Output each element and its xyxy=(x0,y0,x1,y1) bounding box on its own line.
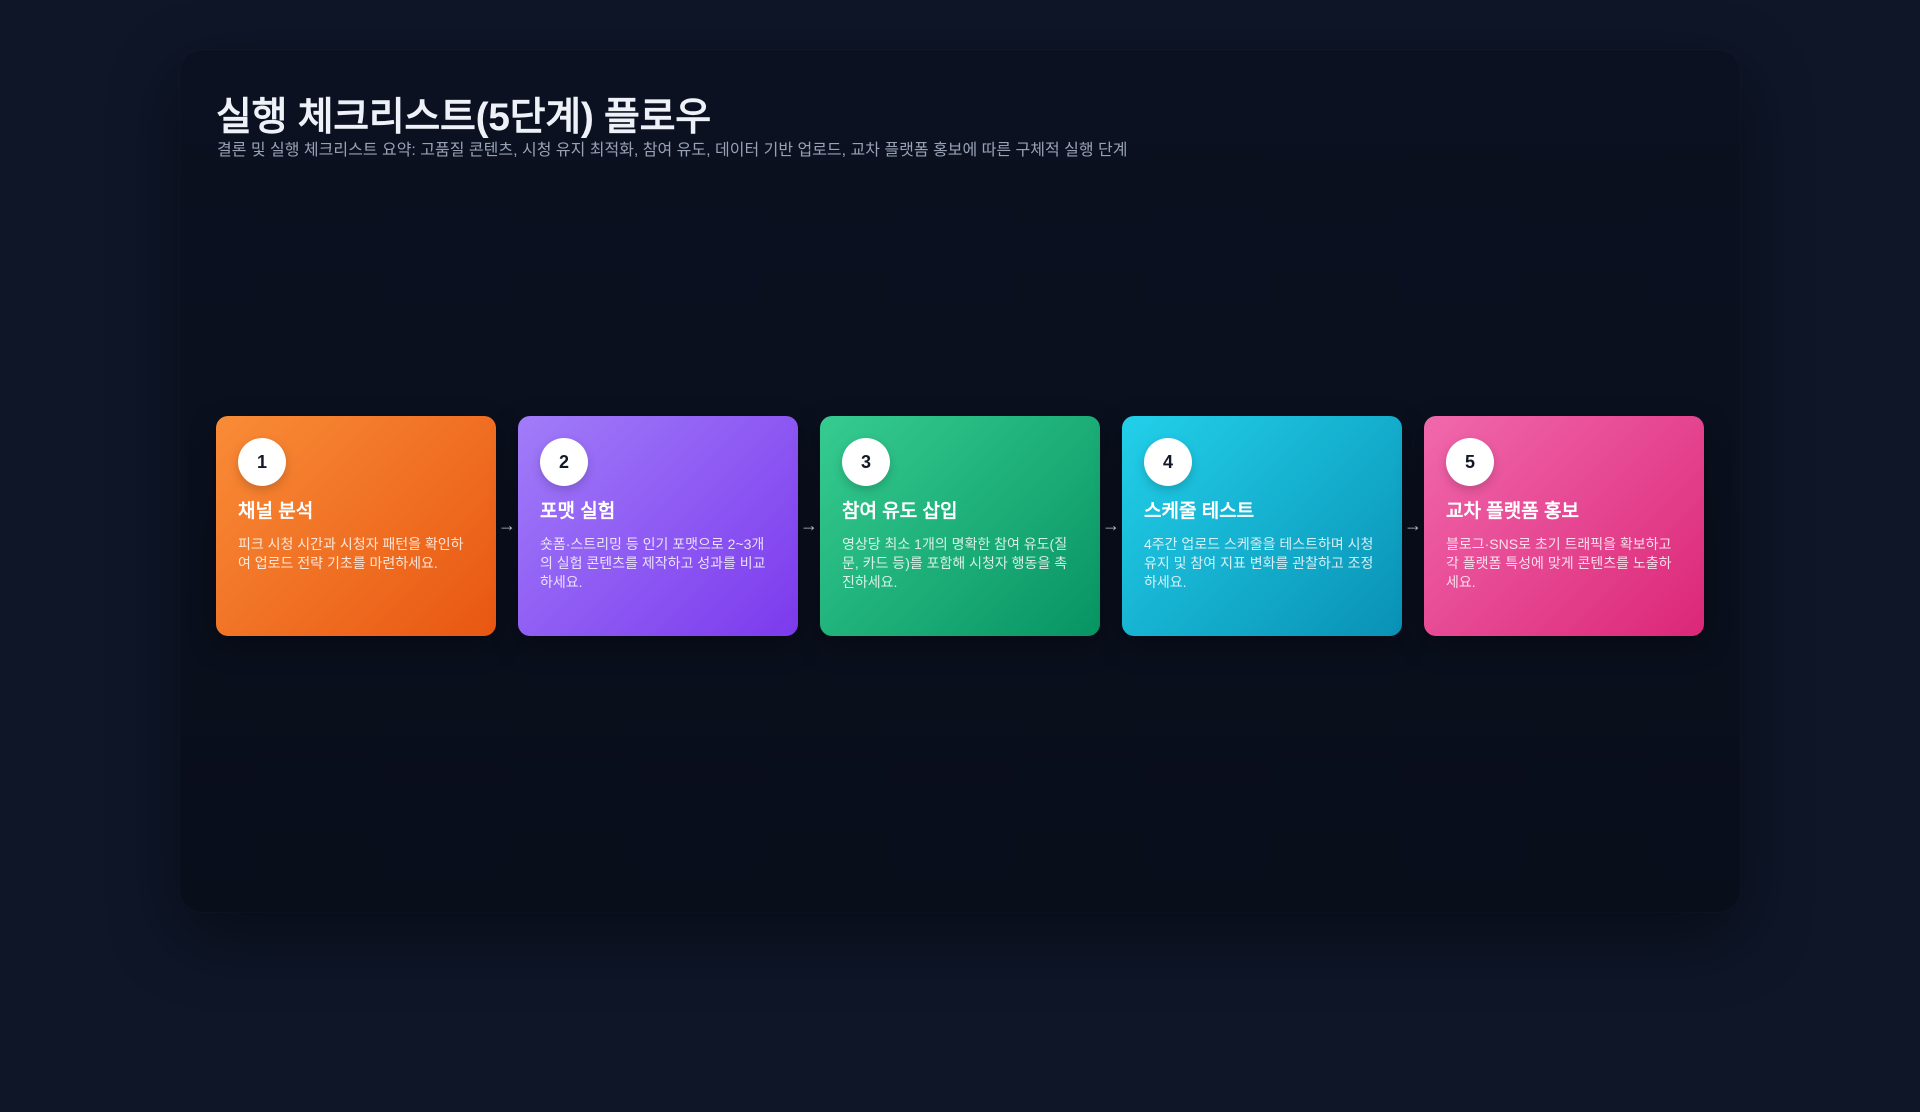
step-description: 숏폼·스트리밍 등 인기 포맷으로 2~3개의 실험 콘텐츠를 제작하고 성과를… xyxy=(540,536,766,590)
step-title: 채널 분석 xyxy=(238,501,314,522)
step-flow: 1 채널 분석 피크 시청 시간과 시청자 패턴을 확인하여 업로드 전략 기초… xyxy=(216,416,1704,636)
arrow-right-icon: → xyxy=(1404,515,1422,535)
arrow-right-icon: → xyxy=(800,515,818,535)
step-title: 포맷 실험 xyxy=(540,501,616,522)
step-card-5: 5 교차 플랫폼 홍보 블로그·SNS로 초기 트래픽을 확보하고 각 플랫폼 … xyxy=(1424,416,1704,636)
checklist-panel: 실행 체크리스트(5단계) 플로우 결론 및 실행 체크리스트 요약: 고품질 … xyxy=(180,50,1740,912)
step-description: 블로그·SNS로 초기 트래픽을 확보하고 각 플랫폼 특성에 맞게 콘텐츠를 … xyxy=(1446,536,1672,590)
page-title: 실행 체크리스트(5단계) 플로우 xyxy=(216,96,711,139)
step-number-badge: 1 xyxy=(238,438,286,486)
step-card-4: 4 스케줄 테스트 4주간 업로드 스케줄을 테스트하며 시청 유지 및 참여 … xyxy=(1122,416,1402,636)
step-number-badge: 3 xyxy=(842,438,890,486)
step-title: 참여 유도 삽입 xyxy=(842,501,958,522)
step-number-badge: 4 xyxy=(1144,438,1192,486)
step-number-badge: 5 xyxy=(1446,438,1494,486)
page-subtitle: 결론 및 실행 체크리스트 요약: 고품질 콘텐츠, 시청 유지 최적화, 참여… xyxy=(217,142,1128,159)
arrow-right-icon: → xyxy=(1102,515,1120,535)
step-card-3: 3 참여 유도 삽입 영상당 최소 1개의 명확한 참여 유도(질문, 카드 등… xyxy=(820,416,1100,636)
step-title: 교차 플랫폼 홍보 xyxy=(1446,501,1579,522)
step-number-badge: 2 xyxy=(540,438,588,486)
arrow-right-icon: → xyxy=(498,515,516,535)
step-description: 4주간 업로드 스케줄을 테스트하며 시청 유지 및 참여 지표 변화를 관찰하… xyxy=(1144,536,1374,590)
step-card-2: 2 포맷 실험 숏폼·스트리밍 등 인기 포맷으로 2~3개의 실험 콘텐츠를 … xyxy=(518,416,798,636)
step-card-1: 1 채널 분석 피크 시청 시간과 시청자 패턴을 확인하여 업로드 전략 기초… xyxy=(216,416,496,636)
step-title: 스케줄 테스트 xyxy=(1144,501,1255,522)
step-description: 피크 시청 시간과 시청자 패턴을 확인하여 업로드 전략 기초를 마련하세요. xyxy=(238,536,464,571)
step-description: 영상당 최소 1개의 명확한 참여 유도(질문, 카드 등)를 포함해 시청자 … xyxy=(842,536,1068,590)
